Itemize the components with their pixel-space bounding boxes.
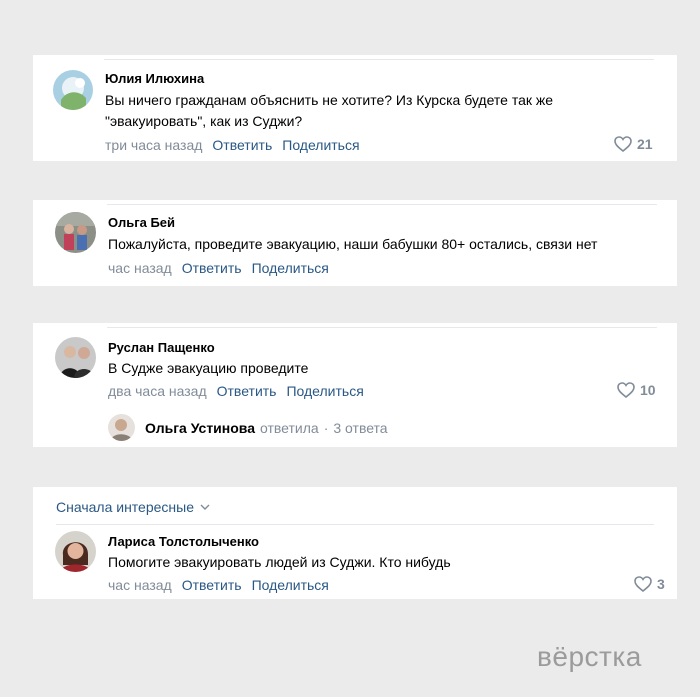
avatar xyxy=(108,414,135,441)
divider xyxy=(107,327,657,328)
comment-time[interactable]: три часа назад xyxy=(105,137,202,153)
like-button[interactable]: 3 xyxy=(634,576,665,592)
comment-author[interactable]: Юлия Илюхина xyxy=(105,71,204,86)
reply-link[interactable]: Ответить xyxy=(217,383,277,399)
avatar[interactable] xyxy=(55,337,96,378)
comment-text: Пожалуйста, проведите эвакуацию, наши ба… xyxy=(108,236,598,252)
heart-icon xyxy=(634,576,652,592)
reply-link[interactable]: Ответить xyxy=(212,137,272,153)
comment-author[interactable]: Ольга Бей xyxy=(108,215,175,230)
share-link[interactable]: Поделиться xyxy=(286,383,363,399)
share-link[interactable]: Поделиться xyxy=(252,577,329,593)
divider xyxy=(56,524,654,525)
comment-text: "эвакуировать", как из Суджи? xyxy=(105,113,303,129)
avatar[interactable] xyxy=(53,70,93,110)
like-count: 10 xyxy=(640,382,656,398)
reply-link[interactable]: Ответить xyxy=(182,577,242,593)
comment-meta: час назад Ответить Поделиться xyxy=(108,260,329,276)
divider xyxy=(104,59,654,60)
heart-icon xyxy=(614,136,632,152)
comment-time[interactable]: час назад xyxy=(108,577,172,593)
comment-author[interactable]: Лариса Толстолыченко xyxy=(108,534,259,549)
share-link[interactable]: Поделиться xyxy=(252,260,329,276)
sort-dropdown[interactable]: Сначала интересные xyxy=(56,499,210,515)
reply-link[interactable]: Ответить xyxy=(182,260,242,276)
reply-count[interactable]: 3 ответа xyxy=(333,420,387,436)
comment-author[interactable]: Руслан Пащенко xyxy=(108,340,215,355)
comment-meta: час назад Ответить Поделиться xyxy=(108,577,329,593)
like-button[interactable]: 21 xyxy=(614,136,653,152)
separator: · xyxy=(323,419,329,436)
share-link[interactable]: Поделиться xyxy=(282,137,359,153)
divider xyxy=(107,204,657,205)
watermark-logo: вёрстка xyxy=(537,641,642,672)
comment-time[interactable]: два часа назад xyxy=(108,383,207,399)
comment-text: Вы ничего гражданам объяснить не хотите?… xyxy=(105,92,554,108)
comment-meta: два часа назад Ответить Поделиться xyxy=(108,383,364,399)
sort-label: Сначала интересные xyxy=(56,499,194,515)
avatar[interactable] xyxy=(55,212,96,253)
reply-verb: ответила xyxy=(260,419,319,436)
like-button[interactable]: 10 xyxy=(617,382,656,398)
comment-meta: три часа назад Ответить Поделиться xyxy=(105,137,360,153)
heart-icon xyxy=(617,382,635,398)
chevron-down-icon xyxy=(200,504,210,510)
like-count: 3 xyxy=(657,576,665,592)
like-count: 21 xyxy=(637,136,653,152)
comment-time[interactable]: час назад xyxy=(108,260,172,276)
comment-text: Помогите эвакуировать людей из Суджи. Кт… xyxy=(108,554,451,570)
reply-author[interactable]: Ольга Устинова xyxy=(145,420,255,436)
reply-thread[interactable]: Ольга Устинова ответила · 3 ответа xyxy=(108,414,388,441)
avatar[interactable] xyxy=(55,531,96,572)
comment-text: В Судже эвакуацию проведите xyxy=(108,360,309,376)
